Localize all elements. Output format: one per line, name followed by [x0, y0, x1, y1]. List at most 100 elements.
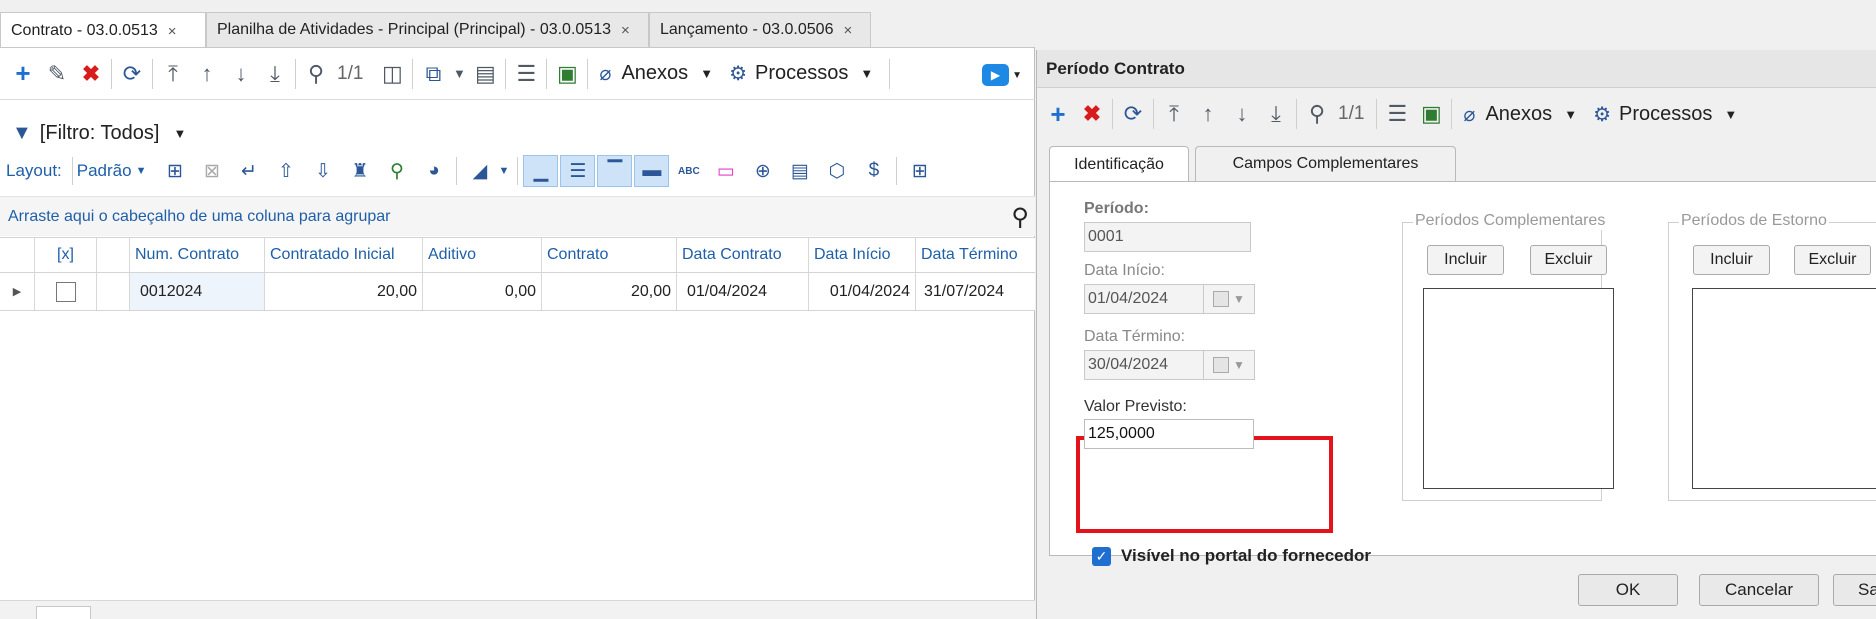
group-by-area[interactable]: Arraste aqui o cabeçalho de uma coluna p…	[0, 196, 1035, 236]
tab-lancamento[interactable]: Lançamento - 03.0.0506 ×	[649, 12, 871, 47]
column-header-data-termino[interactable]: Data Término	[916, 238, 1035, 272]
cell-contrato[interactable]: 20,00	[542, 273, 677, 310]
chevron-down-icon[interactable]: ▼	[498, 165, 509, 177]
tab-planilha-atividades[interactable]: Planilha de Atividades - Principal (Prin…	[206, 12, 649, 47]
document-icon[interactable]: ▤	[781, 155, 818, 187]
money-document-icon[interactable]: $	[855, 155, 892, 187]
band-panel-icon[interactable]: ▬	[634, 155, 670, 187]
move-down-icon[interactable]: ⇩	[304, 155, 341, 187]
close-icon[interactable]: ×	[843, 22, 852, 39]
format-painter-icon[interactable]: ♜	[341, 155, 378, 187]
search-icon[interactable]: ⚲	[299, 57, 333, 91]
video-help-button[interactable]: ▶ ▼	[982, 62, 1022, 88]
header-panel-icon[interactable]: ▔	[597, 155, 633, 187]
ok-button[interactable]: OK	[1578, 574, 1678, 606]
chevron-down-icon: ▼	[860, 66, 874, 81]
wrap-icon[interactable]: ↵	[230, 155, 267, 187]
table-row[interactable]: ▶ 0012024 20,00 0,00 20,00 01/04/2024 01…	[0, 273, 1035, 311]
search-icon[interactable]: ⚲	[1011, 203, 1029, 232]
calculator-icon[interactable]: ⊞	[901, 155, 938, 187]
processes-menu[interactable]: ⚙ Processos ▼	[721, 61, 881, 86]
processes-menu[interactable]: ⚙ Processos ▼	[1585, 102, 1745, 127]
cancelar-button[interactable]: Cancelar	[1699, 574, 1819, 606]
chevron-down-icon[interactable]: ▼	[136, 165, 147, 177]
tab-contrato[interactable]: Contrato - 03.0.0513 ×	[0, 12, 206, 49]
layout-label: Layout:	[6, 161, 62, 180]
tab-label: Lançamento - 03.0.0506	[660, 21, 834, 38]
monitor-icon[interactable]: ▣	[550, 57, 584, 91]
close-icon[interactable]: ×	[621, 22, 630, 39]
periodos-complementares-list[interactable]	[1423, 288, 1614, 489]
tab-campos-complementares[interactable]: Campos Complementares	[1195, 146, 1456, 181]
data-inicio-calendar-button[interactable]: ▼	[1203, 284, 1255, 314]
attachments-menu[interactable]: ⌀ Anexos ▼	[1455, 102, 1585, 127]
close-icon[interactable]: ×	[168, 23, 177, 40]
previous-record-icon[interactable]: ↑	[190, 57, 224, 91]
footer-panel-icon[interactable]: ▁	[523, 155, 559, 187]
column-header-contratado-inicial[interactable]: Contratado Inicial	[265, 238, 423, 272]
valor-previsto-input[interactable]: 125,0000	[1084, 419, 1254, 449]
column-header-aditivo[interactable]: Aditivo	[423, 238, 542, 272]
split-panel-icon[interactable]: ☰	[560, 155, 596, 187]
edit-icon[interactable]: ✎	[40, 57, 74, 91]
first-record-icon[interactable]: ⤒	[1157, 97, 1191, 131]
row-checkbox[interactable]	[55, 281, 76, 302]
last-record-icon[interactable]: ⤓	[1259, 97, 1293, 131]
search-icon[interactable]: ⚲	[1300, 97, 1334, 131]
tab-identificacao[interactable]: Identificação	[1049, 146, 1189, 183]
add-document-icon[interactable]: ⊕	[744, 155, 781, 187]
column-header-num-contrato[interactable]: Num. Contrato	[130, 238, 265, 272]
column-header-contrato[interactable]: Contrato	[542, 238, 677, 272]
columns-icon[interactable]: ◫	[375, 57, 409, 91]
column-header-data-inicio[interactable]: Data Início	[809, 238, 916, 272]
last-record-icon[interactable]: ⤓	[258, 57, 292, 91]
visivel-portal-checkbox[interactable]: ✓ Visível no portal do fornecedor	[1092, 546, 1371, 566]
text-style-icon[interactable]: ABC	[670, 155, 707, 187]
next-record-icon[interactable]: ↓	[224, 57, 258, 91]
report-icon[interactable]: ▤	[468, 57, 502, 91]
chevron-down-icon[interactable]: ▼	[450, 57, 468, 91]
window-icon[interactable]: ▭	[707, 155, 744, 187]
row-select-cell[interactable]	[35, 273, 97, 310]
cell-aditivo[interactable]: 0,00	[423, 273, 542, 310]
cell-num-contrato[interactable]: 0012024	[130, 273, 265, 310]
fill-color-icon[interactable]: ◕	[415, 155, 452, 187]
excluir-estorno-button[interactable]: Excluir	[1794, 245, 1871, 275]
cell-data-termino[interactable]: 31/07/2024	[916, 273, 1035, 310]
excluir-complementar-button[interactable]: Excluir	[1530, 245, 1607, 275]
attachments-menu[interactable]: ⌀ Anexos ▼	[591, 61, 721, 86]
refresh-icon[interactable]: ⟳	[1116, 97, 1150, 131]
cell-contratado-inicial[interactable]: 20,00	[265, 273, 423, 310]
refresh-icon[interactable]: ⟳	[115, 57, 149, 91]
filter-selector[interactable]: ▼ [Filtro: Todos] ▼	[12, 118, 186, 148]
add-column-icon[interactable]: ⊞	[156, 155, 193, 187]
incluir-estorno-button[interactable]: Incluir	[1693, 245, 1770, 275]
first-record-icon[interactable]: ⤒	[156, 57, 190, 91]
footer-tab[interactable]	[36, 606, 91, 619]
periodos-estorno-list[interactable]	[1692, 288, 1876, 489]
monitor-icon[interactable]: ▣	[1414, 97, 1448, 131]
salvar-button[interactable]: Salv	[1833, 574, 1876, 606]
remove-column-icon[interactable]: ⊠	[193, 155, 230, 187]
chart-icon[interactable]: ◢	[461, 155, 498, 187]
move-up-icon[interactable]: ⇧	[267, 155, 304, 187]
pin-icon[interactable]: ⚲	[378, 155, 415, 187]
next-record-icon[interactable]: ↓	[1225, 97, 1259, 131]
column-header-data-contrato[interactable]: Data Contrato	[677, 238, 809, 272]
incluir-complementar-button[interactable]: Incluir	[1427, 245, 1504, 275]
column-header-select[interactable]: [x]	[35, 238, 97, 272]
layout-selector[interactable]: Padrão	[77, 161, 132, 181]
cell-data-contrato[interactable]: 01/04/2024	[677, 273, 809, 310]
cube-icon[interactable]: ⬡	[818, 155, 855, 187]
list-icon[interactable]: ☰	[509, 57, 543, 91]
list-icon[interactable]: ☰	[1380, 97, 1414, 131]
add-icon[interactable]: +	[1041, 97, 1075, 131]
delete-icon[interactable]: ✖	[1075, 97, 1109, 131]
previous-record-icon[interactable]: ↑	[1191, 97, 1225, 131]
cell-data-inicio[interactable]: 01/04/2024	[809, 273, 916, 310]
export-icon[interactable]: ⧉	[416, 57, 450, 91]
separator	[1376, 99, 1378, 129]
delete-icon[interactable]: ✖	[74, 57, 108, 91]
data-termino-calendar-button[interactable]: ▼	[1203, 350, 1255, 380]
add-icon[interactable]: +	[6, 57, 40, 91]
